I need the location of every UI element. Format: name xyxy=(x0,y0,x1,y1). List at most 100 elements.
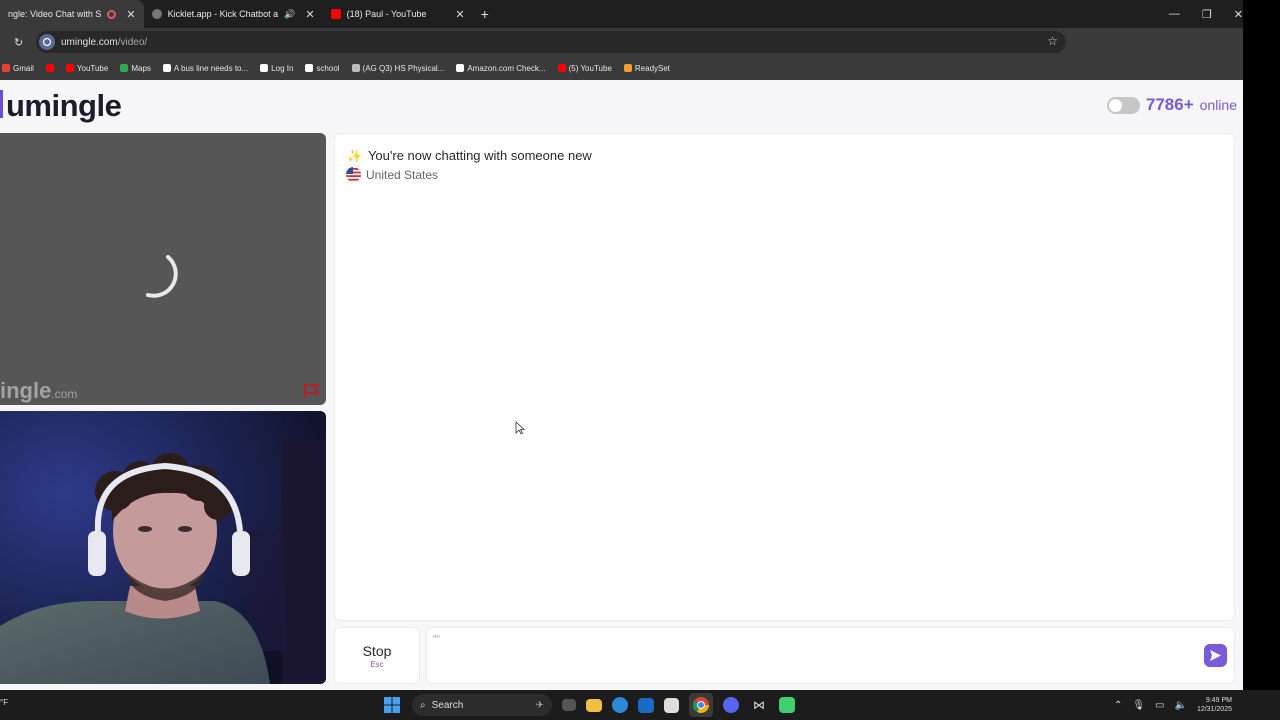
tab-title: Kicklet.app - Kick Chatbot a xyxy=(167,9,279,19)
tab-kicklet[interactable]: Kicklet.app - Kick Chatbot a 🔊 ✕ xyxy=(144,0,323,28)
bookmarks-bar: Gmail YouTube Maps A bus line needs to... Lo… xyxy=(0,56,1243,80)
doc-icon xyxy=(162,64,171,72)
bookmark-item[interactable]: (5) YouTube xyxy=(557,63,612,73)
bookmark-label: Gmail xyxy=(13,63,34,73)
bookmark-item[interactable]: Log In xyxy=(260,64,293,73)
message-input-box xyxy=(426,627,1235,684)
maps-icon xyxy=(120,64,129,72)
readyset-icon xyxy=(623,64,632,72)
bookmark-item[interactable]: YouTube xyxy=(65,63,109,73)
youtube-icon xyxy=(65,64,74,72)
window-controls: — ❐ ✕ xyxy=(1169,0,1243,28)
search-icon: ⌕ xyxy=(420,699,426,711)
weather-widget[interactable]: °F xyxy=(0,698,8,707)
microphone-icon[interactable]: 🎙 xyxy=(1132,700,1145,711)
taskbar-search[interactable]: ⌕ Search ✈ xyxy=(412,694,552,716)
bookmark-label: (5) YouTube xyxy=(568,63,612,73)
edge-icon[interactable] xyxy=(612,697,628,713)
country-name: United States xyxy=(366,167,439,182)
youtube-icon xyxy=(45,64,54,72)
url-text: umingle.com/video/ xyxy=(61,37,147,48)
speaker-icon: 🔊 xyxy=(284,8,296,19)
kick-app-icon[interactable] xyxy=(779,697,795,713)
send-icon xyxy=(1210,650,1221,661)
stop-shortcut-key: Esc xyxy=(370,659,384,669)
bookmark-item[interactable]: (AG Q3) HS Physical... xyxy=(351,63,445,73)
watermark-suffix: .com xyxy=(51,387,78,401)
country-indicator: United States xyxy=(346,167,438,182)
tab-bar: ngle: Video Chat with S ✕ Kicklet.app - … xyxy=(0,0,1243,28)
clock-time: 9:49 PM xyxy=(1205,697,1232,704)
bookmark-item[interactable]: Gmail xyxy=(2,64,34,73)
umingle-page: umingle 7786+ online ingle.com ✨ You're … xyxy=(0,80,1243,690)
bookmark-star-icon[interactable]: ☆ xyxy=(1047,34,1058,48)
online-counter: 7786+ online xyxy=(1106,95,1237,115)
tab-title: (18) Paul - YouTube xyxy=(346,9,427,19)
bookmark-label: (AG Q3) HS Physical... xyxy=(362,63,445,73)
bookmark-label: Amazon.com Check... xyxy=(467,63,546,73)
bookmark-item[interactable]: Maps xyxy=(120,64,151,73)
amazon-icon xyxy=(456,64,465,72)
site-info-icon[interactable] xyxy=(39,34,55,50)
network-icon[interactable]: ▭ xyxy=(1155,700,1164,711)
bookmark-label: A bus line needs to... xyxy=(173,63,249,73)
system-message: ✨ You're now chatting with someone new xyxy=(347,148,592,163)
search-placeholder: Search xyxy=(431,699,464,711)
minimize-icon[interactable]: — xyxy=(1169,8,1180,20)
self-video xyxy=(0,411,326,684)
bookmark-label: school xyxy=(316,63,340,73)
bookmark-item[interactable]: A bus line needs to... xyxy=(162,63,249,73)
url-host: umingle.com xyxy=(61,36,118,48)
site-logo[interactable]: umingle xyxy=(6,88,122,124)
system-message-text: You're now chatting with someone new xyxy=(367,148,592,163)
tab-youtube[interactable]: (18) Paul - YouTube ✕ xyxy=(323,0,473,28)
login-icon xyxy=(260,64,269,72)
clock[interactable]: 9:49 PM 12/31/2025 xyxy=(1197,696,1232,714)
bookmark-label: YouTube xyxy=(76,63,109,73)
task-view-icon[interactable] xyxy=(562,699,576,711)
tray-chevron-icon[interactable]: ⌃ xyxy=(1114,700,1122,711)
stop-button-label: Stop xyxy=(362,642,392,659)
bookmark-item[interactable] xyxy=(45,64,54,72)
chrome-icon[interactable] xyxy=(689,693,713,717)
bookmark-label: ReadySet xyxy=(634,63,671,73)
gmail-icon xyxy=(2,64,10,72)
address-bar: ↻ umingle.com/video/ ☆ ⬢ ⧉ ▭ ≡ ⋮ xyxy=(0,28,1243,77)
youtube-icon xyxy=(330,9,341,19)
kicklet-icon xyxy=(151,9,162,19)
theme-toggle[interactable] xyxy=(1106,96,1140,114)
video-watermark: ingle.com xyxy=(0,378,77,404)
bookmark-item[interactable]: ReadySet xyxy=(623,63,671,73)
url-path: /video/ xyxy=(117,36,148,48)
file-explorer-icon[interactable] xyxy=(586,698,602,712)
restore-icon[interactable]: ❐ xyxy=(1202,8,1212,21)
new-tab-button[interactable]: + xyxy=(481,6,489,22)
sparkle-icon: ✨ xyxy=(347,148,362,163)
outlook-icon[interactable] xyxy=(638,697,654,713)
bookmark-item[interactable]: school xyxy=(305,63,340,73)
stop-button[interactable]: Stop Esc xyxy=(334,627,420,684)
omnibox[interactable]: umingle.com/video/ ☆ xyxy=(36,31,1066,53)
close-tab-icon[interactable]: ✕ xyxy=(305,8,314,21)
close-tab-icon[interactable]: ✕ xyxy=(455,8,464,21)
store-icon[interactable] xyxy=(664,697,679,713)
volume-icon[interactable]: 🔈 xyxy=(1175,700,1187,711)
tab-umingle[interactable]: ngle: Video Chat with S ✕ xyxy=(0,0,144,28)
reload-icon[interactable]: ↻ xyxy=(14,36,23,49)
discord-icon[interactable] xyxy=(723,697,739,713)
capcut-icon[interactable]: ⋈ xyxy=(749,695,769,715)
send-button[interactable] xyxy=(1204,644,1227,667)
chat-panel: ✨ You're now chatting with someone new U… xyxy=(334,133,1235,621)
globe-icon xyxy=(351,64,360,72)
school-icon xyxy=(305,64,314,72)
windows-start-icon[interactable] xyxy=(382,695,402,715)
stranger-video: ingle.com xyxy=(0,133,326,405)
online-label: online xyxy=(1199,97,1237,113)
report-flag-icon[interactable] xyxy=(303,383,321,399)
close-window-icon[interactable]: ✕ xyxy=(1234,8,1243,21)
system-tray: ⌃ 🎙 ▭ 🔈 9:49 PM 12/31/2025 xyxy=(1114,690,1232,720)
close-tab-icon[interactable]: ✕ xyxy=(126,8,135,21)
bookmark-item[interactable]: Amazon.com Check... xyxy=(456,63,546,73)
us-flag-icon xyxy=(346,167,361,182)
message-input[interactable] xyxy=(427,628,1187,678)
